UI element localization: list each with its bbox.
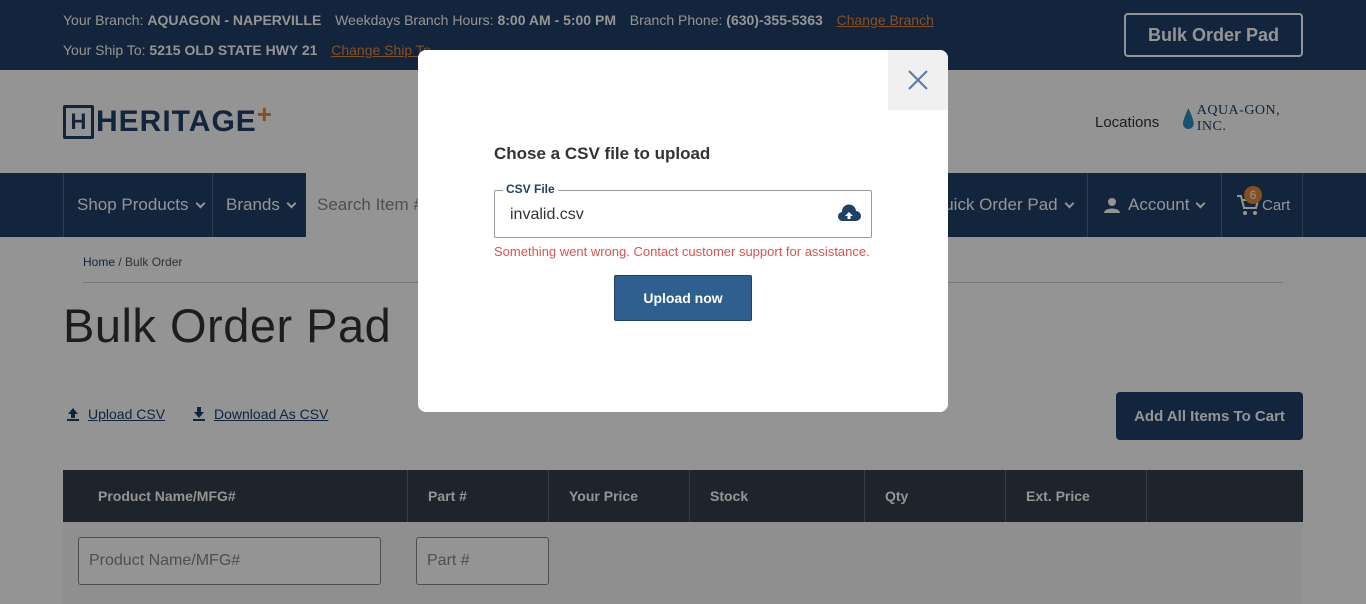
close-icon bbox=[908, 70, 928, 90]
csv-file-label: CSV File bbox=[503, 182, 558, 196]
upload-csv-modal: Chose a CSV file to upload CSV File inva… bbox=[418, 50, 948, 412]
cloud-upload-icon[interactable] bbox=[837, 204, 861, 224]
csv-file-field[interactable]: CSV File invalid.csv bbox=[494, 182, 872, 238]
upload-now-button[interactable]: Upload now bbox=[614, 275, 752, 321]
close-button[interactable] bbox=[888, 50, 948, 110]
modal-title: Chose a CSV file to upload bbox=[494, 144, 711, 163]
error-message: Something went wrong. Contact customer s… bbox=[494, 244, 870, 259]
csv-file-value: invalid.csv bbox=[510, 206, 584, 223]
